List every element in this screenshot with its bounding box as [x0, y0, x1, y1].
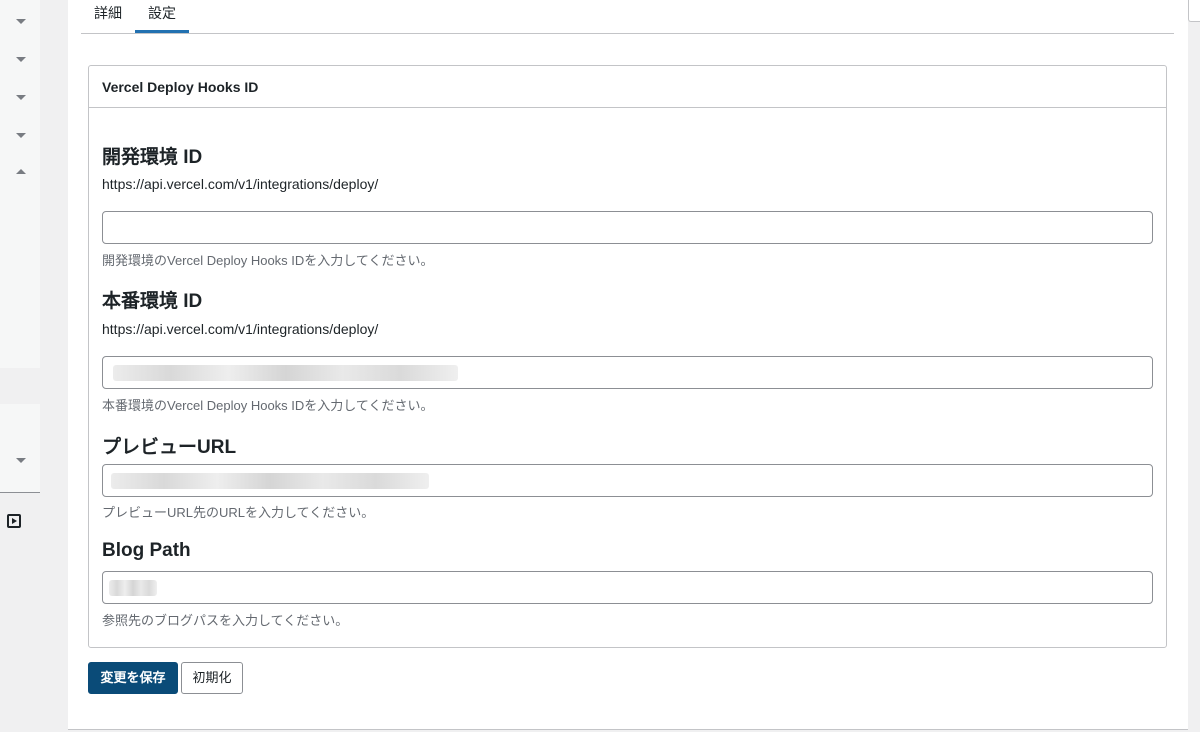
- reset-button[interactable]: 初期化: [181, 662, 243, 694]
- sidebar-row-5[interactable]: [0, 154, 40, 193]
- admin-sidebar: [0, 0, 40, 732]
- dev-id-help: 開発環境のVercel Deploy Hooks IDを入力してください。: [102, 253, 434, 268]
- sidebar-row-1[interactable]: [0, 0, 40, 41]
- dev-id-input[interactable]: [102, 211, 1153, 244]
- caret-up-icon: [16, 169, 26, 174]
- preview-url-input[interactable]: [102, 464, 1153, 497]
- sidebar-expanded-area: [0, 192, 40, 368]
- sidebar-row-4[interactable]: [0, 116, 40, 155]
- caret-down-icon: [16, 458, 26, 463]
- tab-details[interactable]: 詳細: [81, 0, 135, 33]
- prod-id-url-prefix: https://api.vercel.com/v1/integrations/d…: [102, 321, 379, 337]
- tab-settings[interactable]: 設定: [135, 0, 189, 33]
- prod-id-label: 本番環境 ID: [102, 291, 203, 312]
- tab-bar: 詳細 設定: [81, 0, 1174, 34]
- redacted-value: [111, 473, 429, 489]
- prod-id-input[interactable]: [102, 356, 1153, 389]
- preview-url-label: プレビューURL: [102, 437, 237, 458]
- caret-down-icon: [16, 57, 26, 62]
- prod-id-help: 本番環境のVercel Deploy Hooks IDを入力してください。: [102, 398, 434, 413]
- play-box-icon[interactable]: [7, 514, 21, 528]
- settings-panel: 詳細 設定 Vercel Deploy Hooks ID 開発環境 ID htt…: [68, 0, 1188, 730]
- save-changes-button[interactable]: 変更を保存: [88, 662, 178, 694]
- sidebar-row-3[interactable]: [0, 78, 40, 117]
- redacted-value: [109, 580, 157, 596]
- sidebar-row-6[interactable]: [0, 404, 40, 441]
- caret-down-icon: [16, 133, 26, 138]
- dev-id-url-prefix: https://api.vercel.com/v1/integrations/d…: [102, 176, 379, 192]
- dev-id-label: 開発環境 ID: [102, 147, 203, 168]
- redacted-value: [113, 365, 458, 381]
- deploy-hooks-card: Vercel Deploy Hooks ID 開発環境 ID https://a…: [88, 65, 1167, 648]
- sidebar-row-7[interactable]: [0, 440, 40, 493]
- caret-down-icon: [16, 19, 26, 24]
- blog-path-input[interactable]: [102, 571, 1153, 604]
- side-panel-edge: [1188, 0, 1200, 22]
- preview-url-help: プレビューURL先のURLを入力してください。: [102, 505, 375, 520]
- card-title: Vercel Deploy Hooks ID: [89, 66, 1166, 108]
- blog-path-help: 参照先のブログパスを入力してください。: [102, 613, 349, 628]
- sidebar-row-2[interactable]: [0, 40, 40, 79]
- caret-down-icon: [16, 95, 26, 100]
- blog-path-label: Blog Path: [102, 540, 191, 561]
